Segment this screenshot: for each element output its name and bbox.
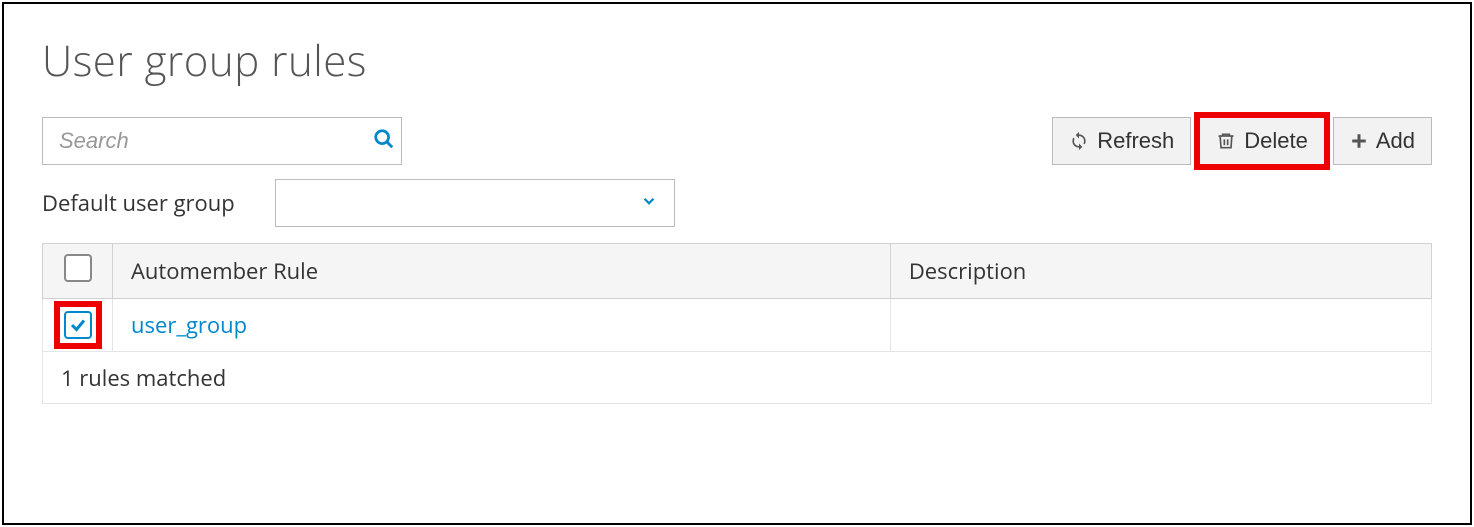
add-button[interactable]: Add — [1333, 117, 1432, 165]
delete-button[interactable]: Delete — [1199, 117, 1325, 165]
search-box — [42, 117, 402, 165]
rules-matched-label: 1 rules matched — [43, 352, 1432, 404]
search-button[interactable] — [367, 118, 401, 164]
row-rule-cell: user_group — [113, 299, 891, 352]
rule-link[interactable]: user_group — [131, 310, 247, 340]
refresh-label: Refresh — [1097, 128, 1174, 154]
default-group-select[interactable] — [275, 179, 675, 227]
row-checkbox-highlight — [60, 307, 96, 343]
action-buttons: Refresh Delete — [1052, 117, 1432, 165]
page-title: User group rules — [42, 32, 1432, 89]
rules-table: Automember Rule Description user_group — [42, 243, 1432, 404]
table-row: user_group — [43, 299, 1432, 352]
toolbar-row: Refresh Delete — [42, 117, 1432, 165]
add-label: Add — [1376, 128, 1415, 154]
select-all-checkbox[interactable] — [64, 254, 92, 282]
page-frame: User group rules Refresh — [2, 2, 1472, 525]
plus-icon — [1350, 132, 1368, 150]
table-header-row: Automember Rule Description — [43, 244, 1432, 299]
delete-label: Delete — [1244, 128, 1308, 154]
trash-icon — [1216, 131, 1236, 151]
default-group-label: Default user group — [42, 188, 235, 218]
refresh-icon — [1069, 131, 1089, 151]
refresh-button[interactable]: Refresh — [1052, 117, 1191, 165]
column-header-rule: Automember Rule — [113, 244, 891, 299]
row-checkbox[interactable] — [64, 311, 92, 339]
search-input[interactable] — [43, 118, 367, 164]
default-group-row: Default user group — [42, 179, 1432, 227]
select-all-header — [43, 244, 113, 299]
chevron-down-icon — [640, 192, 658, 215]
row-description-cell — [890, 299, 1431, 352]
table-footer-row: 1 rules matched — [43, 352, 1432, 404]
row-check-cell — [43, 299, 113, 352]
column-header-description: Description — [890, 244, 1431, 299]
search-icon — [373, 128, 395, 155]
